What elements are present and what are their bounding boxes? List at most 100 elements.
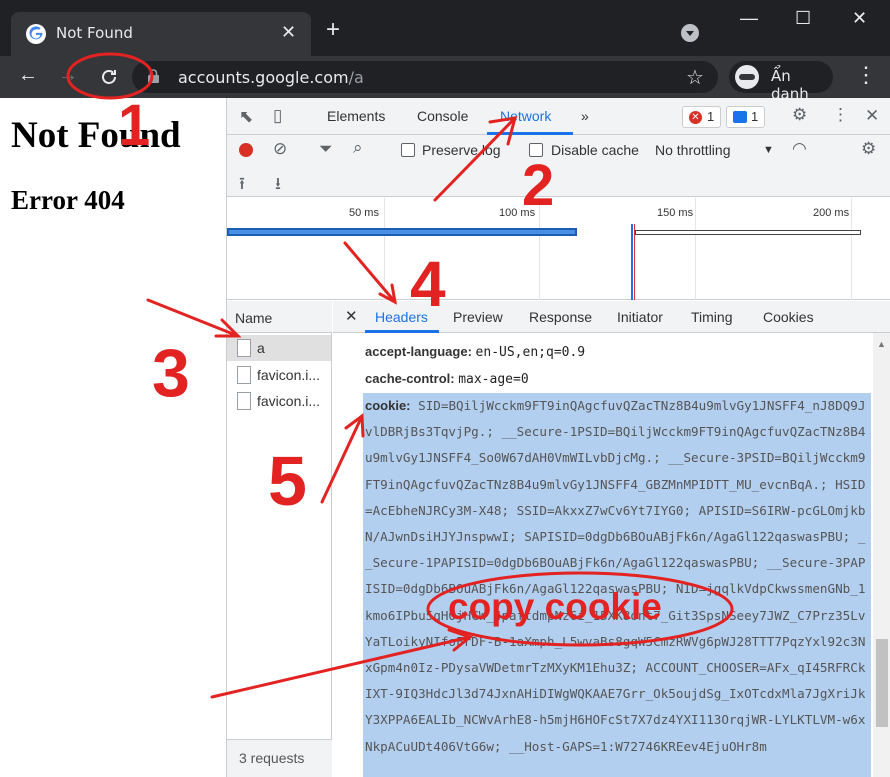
header-value: max-age=0 <box>458 372 529 387</box>
cookie-value[interactable]: SID=BQiljWcckm9FT9inQAgcfuvQZacTNz8B4u9m… <box>365 398 865 754</box>
reload-icon[interactable] <box>98 66 120 88</box>
tab-response[interactable]: Response <box>529 309 592 325</box>
star-icon[interactable]: ☆ <box>686 65 704 90</box>
error-badge[interactable]: ✕ 1 <box>682 106 722 128</box>
page-heading: Not Found <box>11 115 181 156</box>
request-row[interactable]: favicon.i... <box>227 388 331 414</box>
request-name: a <box>257 340 265 356</box>
tab-strip: Not Found ✕ + — ☐ ✕ <box>0 0 890 56</box>
grid-line <box>384 198 385 300</box>
new-tab-button[interactable]: + <box>326 18 340 42</box>
clear-icon[interactable]: ⊘ <box>273 139 287 159</box>
incognito-icon <box>735 65 759 89</box>
tab-elements[interactable]: Elements <box>327 108 385 124</box>
browser-tab[interactable]: Not Found ✕ <box>11 12 311 56</box>
copy-cookie-callout: copy cookie <box>448 586 662 627</box>
maximize-button[interactable]: ☐ <box>795 8 811 29</box>
step-1-label: 1 <box>118 93 151 158</box>
load-marker <box>634 224 635 300</box>
request-name: favicon.i... <box>257 393 321 409</box>
search-icon[interactable]: ⌕ <box>353 138 363 158</box>
detail-scrollbar[interactable]: ▲ <box>873 333 890 777</box>
header-row[interactable]: accept-language: en-US,en;q=0.9 <box>365 344 585 360</box>
network-toolbar: ⊘ ⏷ ⌕ Preserve log Disable cache No thro… <box>227 135 890 165</box>
lock-icon[interactable] <box>148 69 159 83</box>
close-detail-icon[interactable]: ✕ <box>345 307 358 325</box>
step-2-label: 2 <box>522 153 555 218</box>
error-icon: ✕ <box>689 111 702 124</box>
forward-arrow-icon[interactable]: → <box>58 64 78 87</box>
grid-line <box>695 198 696 300</box>
message-badge[interactable]: 1 <box>726 106 766 128</box>
back-arrow-icon[interactable]: ← <box>18 64 38 87</box>
error-count: 1 <box>707 109 715 124</box>
throttling-select[interactable]: No throttling <box>655 142 730 158</box>
message-count: 1 <box>751 109 759 124</box>
kebab-menu-icon[interactable]: ⋮ <box>855 62 877 88</box>
devtools-tabbar: ⬉ ▯ Elements Console Network » ✕ 1 1 ⚙ ⋮ … <box>227 98 890 135</box>
settings-gear-icon[interactable]: ⚙ <box>792 105 807 125</box>
document-icon <box>237 392 251 410</box>
network-settings-gear-icon[interactable]: ⚙ <box>861 139 876 159</box>
devtools-close-icon[interactable]: ✕ <box>865 106 879 126</box>
step-3-label: 3 <box>152 335 190 411</box>
cookie-header-selection[interactable]: cookie: SID=BQiljWcckm9FT9inQAgcfuvQZacT… <box>363 393 871 777</box>
scroll-up-icon[interactable]: ▲ <box>877 339 886 349</box>
more-tabs-icon[interactable]: » <box>581 108 589 124</box>
device-toolbar-icon[interactable]: ▯ <box>273 106 282 126</box>
import-har-icon[interactable]: ⭱ <box>239 171 245 200</box>
document-icon <box>237 339 251 357</box>
scroll-thumb[interactable] <box>876 639 888 727</box>
incognito-profile-button[interactable]: Ẩn danh <box>729 61 833 103</box>
timeline-tick: 200 ms <box>813 207 850 219</box>
filter-icon[interactable]: ⏷ <box>319 139 333 159</box>
request-row[interactable]: favicon.i... <box>227 362 331 388</box>
timeline-tick: 150 ms <box>657 207 694 219</box>
tab-cookies[interactable]: Cookies <box>763 309 814 325</box>
preserve-log-checkbox[interactable] <box>401 143 415 157</box>
header-value: en-US,en;q=0.9 <box>475 345 586 360</box>
grid-line <box>851 198 852 300</box>
network-toolbar-secondary: ⭱ ⭳ <box>227 165 890 197</box>
tab-console[interactable]: Console <box>417 108 468 124</box>
timeline-bar-secondary <box>635 230 861 235</box>
tab-title: Not Found <box>56 24 133 42</box>
document-icon <box>237 366 251 384</box>
tab-network[interactable]: Network <box>500 108 551 124</box>
request-row[interactable]: a <box>227 335 331 361</box>
minimize-button[interactable]: — <box>740 8 758 29</box>
name-header-label: Name <box>235 310 273 326</box>
cookie-header[interactable]: cookie: SID=BQiljWcckm9FT9inQAgcfuvQZacT… <box>365 393 871 760</box>
name-column-header[interactable]: Name <box>227 301 332 333</box>
address-bar[interactable]: accounts.google.com/a ☆ <box>132 61 718 93</box>
request-count: 3 requests <box>239 750 305 766</box>
cookie-key: cookie: <box>365 398 411 413</box>
tab-initiator[interactable]: Initiator <box>617 309 663 325</box>
active-detail-tab-indicator <box>365 330 439 333</box>
url-domain: accounts.google.com <box>178 68 349 87</box>
dom-content-loaded-marker <box>631 224 633 300</box>
page-content: Not Found Error 404 <box>0 98 226 777</box>
devtools-menu-icon[interactable]: ⋮ <box>832 105 849 125</box>
network-timeline[interactable]: 50 ms 100 ms 150 ms 200 ms <box>227 198 890 300</box>
devtools-panel: ⬉ ▯ Elements Console Network » ✕ 1 1 ⚙ ⋮ … <box>226 98 890 777</box>
tab-timing[interactable]: Timing <box>691 309 733 325</box>
disable-cache-label: Disable cache <box>551 142 639 158</box>
timeline-bar-main <box>227 228 577 236</box>
close-window-button[interactable]: ✕ <box>852 8 867 29</box>
tab-preview[interactable]: Preview <box>453 309 503 325</box>
tab-search-icon[interactable] <box>681 24 699 42</box>
url-path: /a <box>348 68 364 87</box>
url-text[interactable]: accounts.google.com/a <box>178 68 364 87</box>
network-conditions-icon[interactable]: ◠ <box>792 139 807 159</box>
message-icon <box>733 111 747 123</box>
inspect-element-icon[interactable]: ⬉ <box>239 107 253 127</box>
page-subheading: Error 404 <box>11 185 125 215</box>
export-har-icon[interactable]: ⭳ <box>275 171 281 200</box>
tab-close-icon[interactable]: ✕ <box>281 22 296 43</box>
header-row[interactable]: cache-control: max-age=0 <box>365 371 529 387</box>
record-icon[interactable] <box>239 143 253 157</box>
request-name: favicon.i... <box>257 367 321 383</box>
google-favicon-icon <box>26 24 46 44</box>
chevron-down-icon[interactable]: ▼ <box>763 144 774 156</box>
